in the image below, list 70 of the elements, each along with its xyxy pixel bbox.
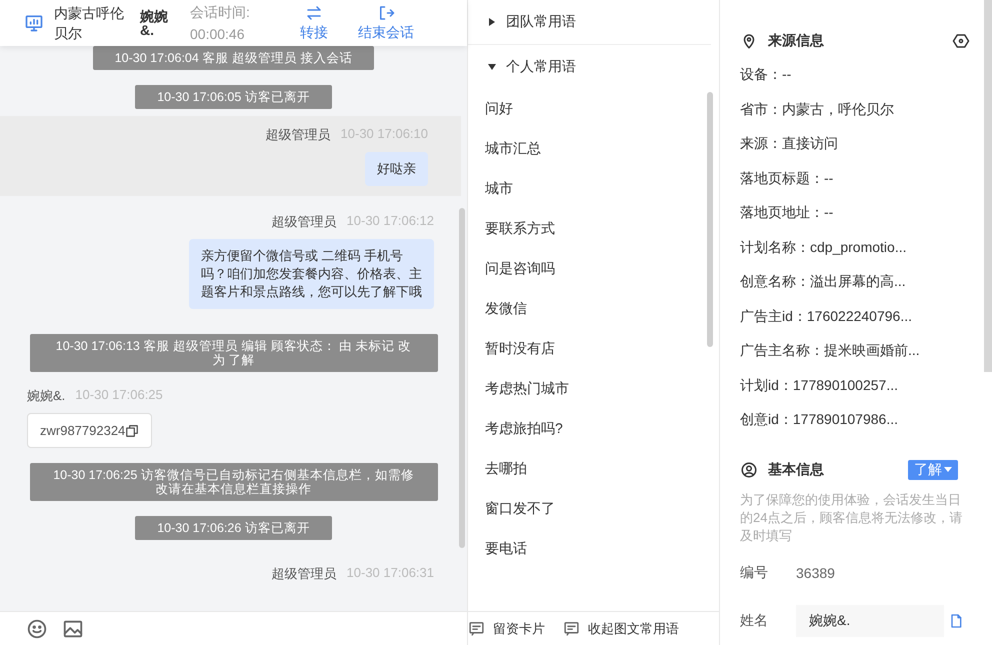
footer-action[interactable]: 收起图文常用语 <box>563 620 679 638</box>
caret-right-icon <box>488 18 496 26</box>
source-field: 广告主id：176022240796... <box>740 299 972 334</box>
source-field: 创意id：177890107986... <box>740 402 972 438</box>
phrase-item[interactable]: 去哪拍 <box>468 449 719 489</box>
scrollbar[interactable] <box>459 208 465 548</box>
phrase-group-header[interactable]: 个人常用语 <box>468 45 719 89</box>
exit-icon <box>377 4 395 22</box>
field-label: 编号 <box>740 564 769 582</box>
message-icon <box>468 620 485 637</box>
phrase-item[interactable]: 考虑热门城市 <box>468 369 719 409</box>
system-notice: 10-30 17:06:25 访客微信号已自动标记右侧基本信息栏，如需修改请在基本信息栏直接操作 <box>30 463 438 501</box>
field-label: 姓名 <box>740 612 769 630</box>
hexagon-settings-icon <box>952 32 970 50</box>
caret-down-icon <box>488 63 496 71</box>
name-input[interactable]: 婉婉&. <box>796 605 944 637</box>
source-field: 创意名称：溢出屏幕的高... <box>740 264 972 300</box>
source-field: 设备：-- <box>740 58 972 92</box>
phrase-item[interactable]: 暂时没有店 <box>468 329 719 369</box>
sender-name: 超级管理员 <box>272 213 337 231</box>
phrase-item[interactable]: 要联系方式 <box>468 209 719 249</box>
message-bubble: 亲方便留个微信号或 二维码 手机号吗？咱们加您发套餐内容、价格表、主题客片和景点路线，您可以先了解下哦 <box>189 239 434 309</box>
scrollbar[interactable] <box>984 0 992 372</box>
sender-name: 超级管理员 <box>266 126 331 144</box>
phrase-item[interactable]: 城市汇总 <box>468 129 719 169</box>
phrase-group-header[interactable]: 团队常用语 <box>468 0 719 44</box>
smiley-icon <box>26 618 48 640</box>
phrase-item[interactable]: 问是咨询吗 <box>468 249 719 289</box>
message-time: 10-30 17:06:12 <box>346 213 434 230</box>
swap-icon <box>305 4 323 22</box>
scrollbar[interactable] <box>707 92 713 347</box>
system-notice: 10-30 17:06:05 访客已离开 <box>135 85 332 109</box>
source-field: 落地页标题：-- <box>740 161 972 196</box>
section-title: 来源信息 <box>768 32 825 50</box>
wechat-id: zwr987792324 <box>40 423 126 438</box>
system-notice: 10-30 17:06:13 客服 超级管理员 编辑 顾客状态： 由 未标记 改为 了解 <box>30 334 438 372</box>
emoji-button[interactable] <box>26 618 48 640</box>
system-notice: 10-30 17:06:26 访客已离开 <box>135 516 332 540</box>
visitor-name: 婉婉&. <box>140 9 169 37</box>
system-notice: 10-30 17:06:04 客服 超级管理员 接入会话 <box>92 46 374 70</box>
source-field: 来源：直接访问 <box>740 126 972 162</box>
source-field: 省市：内蒙古，呼伦贝尔 <box>740 92 972 127</box>
phrase-item[interactable]: 考虑旅拍吗? <box>468 409 719 449</box>
sender-name: 超级管理员 <box>272 565 337 583</box>
sender-name: 婉婉&. <box>27 387 66 405</box>
phrase-item[interactable]: 窗口发不了 <box>468 489 719 529</box>
session-duration: 会话时间: 00:00:46 <box>190 3 251 44</box>
phrase-item[interactable]: 城市 <box>468 169 719 209</box>
caret-down-icon <box>944 467 952 474</box>
monitor-icon <box>24 13 44 33</box>
footer-action[interactable]: 留资卡片 <box>468 620 545 638</box>
visitor-location: 内蒙古呼伦贝尔 <box>54 4 125 43</box>
phrase-item[interactable]: 发微信 <box>468 289 719 329</box>
field-value: 36389 <box>796 565 835 581</box>
source-field: 计划id：177890100257... <box>740 368 972 403</box>
source-field: 广告主名称：提米映画婚前... <box>740 334 972 368</box>
notice-text: 为了保障您的使用体验，会话发生当日的24点之后，顾客信息将无法修改，请及时填写 <box>740 491 964 545</box>
message-time: 10-30 17:06:25 <box>75 387 163 404</box>
message-time: 10-30 17:06:31 <box>346 565 434 582</box>
phrase-item[interactable]: 问好 <box>468 89 719 129</box>
message-bubble: 好哒亲 <box>365 152 428 186</box>
transfer-button[interactable]: 转接 <box>300 4 328 42</box>
copy-icon <box>125 424 140 438</box>
message-icon <box>563 620 580 637</box>
phrase-item[interactable]: 要电话 <box>468 529 719 569</box>
section-title: 基本信息 <box>768 461 825 480</box>
end-session-button[interactable]: 结束会话 <box>358 4 414 42</box>
user-circle-icon <box>740 461 758 480</box>
source-field: 计划名称：cdp_promotio... <box>740 230 972 265</box>
source-field: 落地页地址：-- <box>740 196 972 230</box>
